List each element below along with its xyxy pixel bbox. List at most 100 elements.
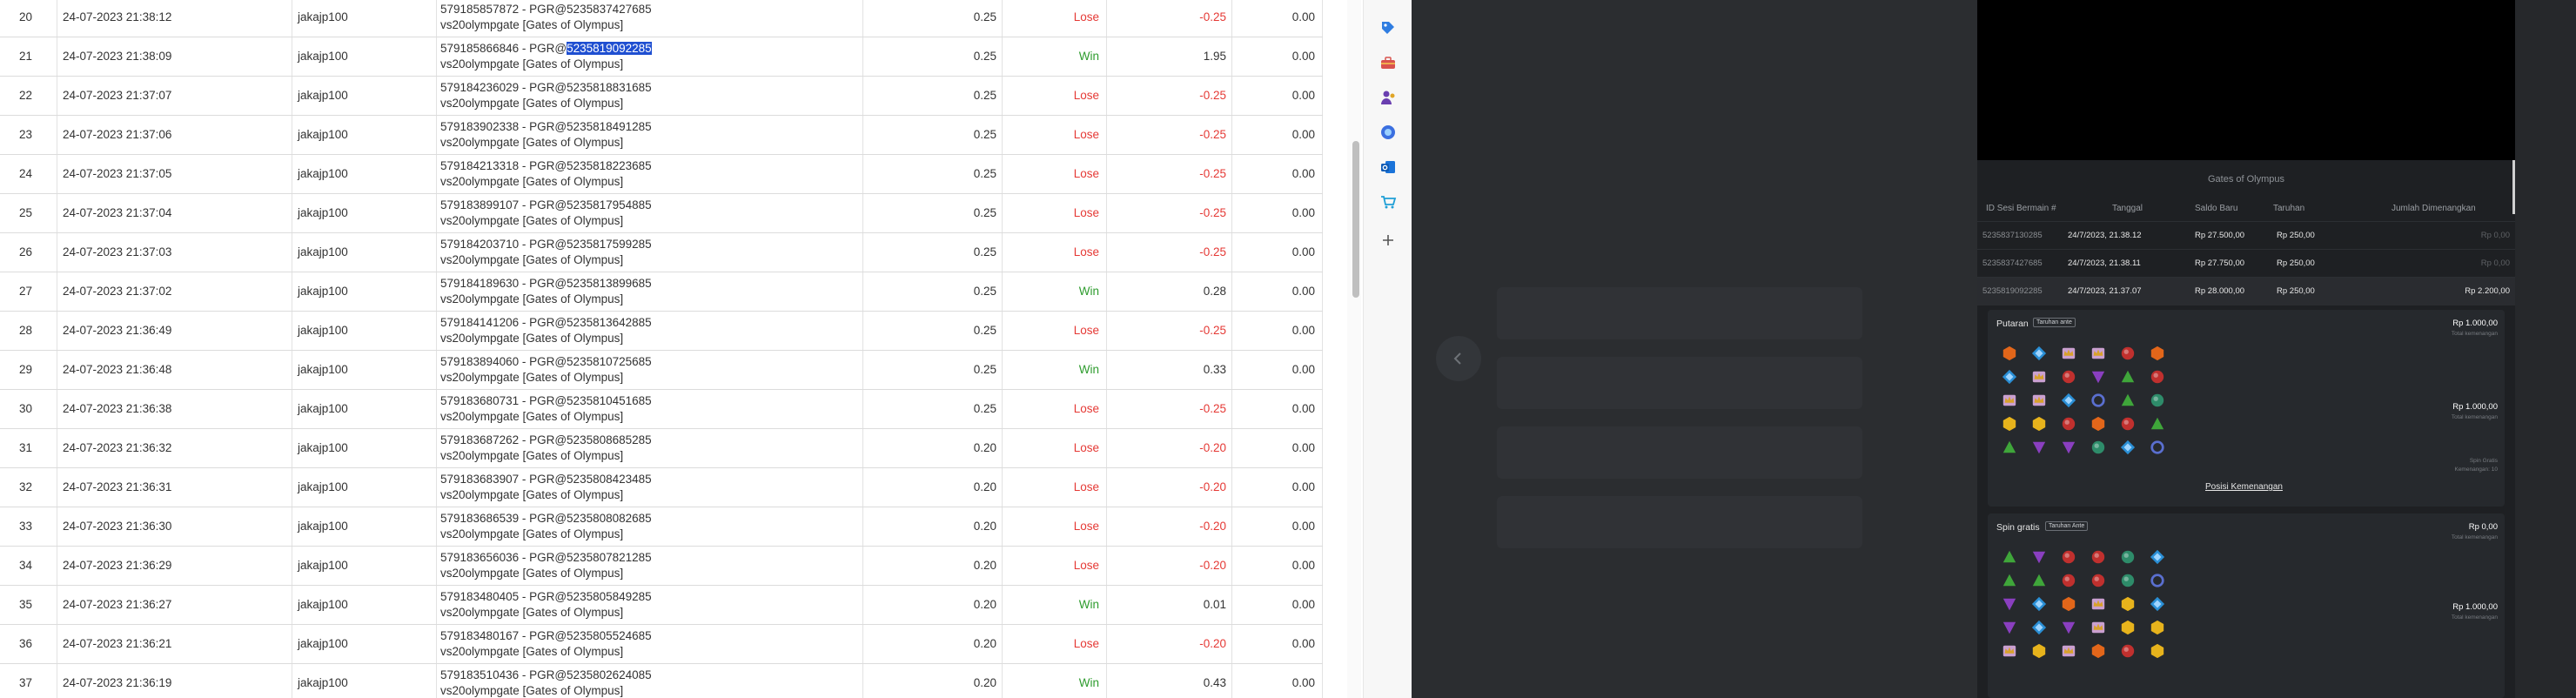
row-username: jakajp100 bbox=[292, 77, 437, 115]
crown-icon bbox=[1998, 390, 2021, 410]
free-spin-card: Spin gratis Taruhan Ante Rp 0,00 Total k… bbox=[1988, 513, 2505, 698]
row-number: 32 bbox=[0, 468, 57, 507]
history-winnings: Rp 0,00 bbox=[2480, 258, 2510, 268]
free-total-mid-label: Total kemenangan bbox=[2451, 614, 2498, 621]
add-icon[interactable] bbox=[1378, 230, 1399, 251]
history-bet: Rp 250,00 bbox=[2277, 258, 2315, 268]
table-row[interactable]: 30 24-07-2023 21:36:38 jakajp100 5791836807… bbox=[0, 390, 1323, 429]
row-winloss: 0.28 bbox=[1107, 272, 1232, 311]
description-line1: 579184141206 - PGR@5235813642885 bbox=[440, 316, 652, 329]
description-line2: vs20olympgate [Gates of Olympus] bbox=[440, 606, 624, 619]
blue-diamond-icon bbox=[2028, 343, 2050, 363]
header-bet: Taruhan bbox=[2273, 204, 2305, 213]
table-row[interactable]: 35 24-07-2023 21:36:27 jakajp100 5791834804… bbox=[0, 586, 1323, 625]
table-row[interactable]: 32 24-07-2023 21:36:31 jakajp100 5791836839… bbox=[0, 468, 1323, 507]
row-winloss: -0.20 bbox=[1107, 625, 1232, 663]
table-row[interactable]: 24 24-07-2023 21:37:05 jakajp100 5791842133… bbox=[0, 155, 1323, 194]
purple-triangle-icon bbox=[2028, 547, 2050, 567]
copilot-icon[interactable] bbox=[1378, 122, 1399, 143]
row-result: Lose bbox=[1003, 625, 1107, 663]
table-row[interactable]: 21 24-07-2023 21:38:09 jakajp100 5791858668… bbox=[0, 37, 1323, 77]
table-row[interactable]: 23 24-07-2023 21:37:06 jakajp100 5791839023… bbox=[0, 116, 1323, 155]
previous-button[interactable] bbox=[1436, 336, 1481, 381]
description-line1: 579184236029 - PGR@5235818831685 bbox=[440, 81, 652, 94]
history-balance: Rp 27.500,00 bbox=[2195, 231, 2245, 240]
table-row[interactable]: 33 24-07-2023 21:36:30 jakajp100 5791836865… bbox=[0, 507, 1323, 547]
row-number: 37 bbox=[0, 664, 57, 698]
row-description: 579183656036 - PGR@5235807821285 vs20olym… bbox=[437, 547, 863, 585]
table-row[interactable]: 37 24-07-2023 21:36:19 jakajp100 5791835104… bbox=[0, 664, 1323, 698]
row-balance: 0.00 bbox=[1232, 312, 1323, 350]
table-row[interactable]: 31 24-07-2023 21:36:32 jakajp100 5791836872… bbox=[0, 429, 1323, 468]
row-username: jakajp100 bbox=[292, 116, 437, 154]
panel-scrollbar-thumb[interactable] bbox=[2512, 160, 2515, 214]
row-description: 579183480405 - PGR@5235805849285 vs20olym… bbox=[437, 586, 863, 624]
table-scrollbar-thumb[interactable] bbox=[1352, 141, 1359, 298]
history-row[interactable]: 5235819092285 24/7/2023, 21.37.07 Rp 28.00… bbox=[1977, 277, 2515, 305]
outlook-icon[interactable] bbox=[1378, 157, 1399, 178]
row-username: jakajp100 bbox=[292, 586, 437, 624]
row-balance: 0.00 bbox=[1232, 37, 1323, 76]
row-bet: 0.25 bbox=[863, 233, 1003, 272]
game-video-area bbox=[1977, 0, 2515, 160]
history-row[interactable]: 5235837427685 24/7/2023, 21.38.11 Rp 27.75… bbox=[1977, 249, 2515, 278]
description-line1: 579183902338 - PGR@5235818491285 bbox=[440, 120, 652, 133]
row-date: 24-07-2023 21:36:29 bbox=[57, 547, 292, 585]
games-icon[interactable] bbox=[1378, 87, 1399, 108]
row-username: jakajp100 bbox=[292, 351, 437, 389]
row-date: 24-07-2023 21:36:31 bbox=[57, 468, 292, 507]
row-bet: 0.25 bbox=[863, 272, 1003, 311]
row-balance: 0.00 bbox=[1232, 625, 1323, 663]
purple-triangle-icon bbox=[2057, 437, 2080, 457]
row-date: 24-07-2023 21:38:12 bbox=[57, 0, 292, 37]
description-line1: 579184203710 - PGR@5235817599285 bbox=[440, 238, 652, 251]
shopping-icon[interactable] bbox=[1378, 191, 1399, 212]
table-row[interactable]: 29 24-07-2023 21:36:48 jakajp100 5791838940… bbox=[0, 351, 1323, 390]
row-number: 26 bbox=[0, 233, 57, 272]
table-row[interactable]: 20 24-07-2023 21:38:12 jakajp100 5791858578… bbox=[0, 0, 1323, 37]
description-line2: vs20olympgate [Gates of Olympus] bbox=[440, 18, 624, 31]
row-result: Lose bbox=[1003, 194, 1107, 232]
row-number: 23 bbox=[0, 116, 57, 154]
table-row[interactable]: 27 24-07-2023 21:37:02 jakajp100 5791841896… bbox=[0, 272, 1323, 312]
row-balance: 0.00 bbox=[1232, 116, 1323, 154]
row-username: jakajp100 bbox=[292, 312, 437, 350]
row-winloss: -0.20 bbox=[1107, 507, 1232, 546]
row-username: jakajp100 bbox=[292, 468, 437, 507]
row-description: 579185857872 - PGR@5235837427685 vs20olym… bbox=[437, 0, 863, 37]
crown-icon bbox=[2057, 343, 2080, 363]
toolbox-icon[interactable] bbox=[1378, 52, 1399, 73]
row-result: Win bbox=[1003, 37, 1107, 76]
table-row[interactable]: 25 24-07-2023 21:37:04 jakajp100 5791838991… bbox=[0, 194, 1323, 233]
description-line2: vs20olympgate [Gates of Olympus] bbox=[440, 410, 624, 423]
table-row[interactable]: 28 24-07-2023 21:36:49 jakajp100 5791841412… bbox=[0, 312, 1323, 351]
history-date: 24/7/2023, 21.38.11 bbox=[2068, 258, 2141, 268]
table-row[interactable]: 34 24-07-2023 21:36:29 jakajp100 5791836560… bbox=[0, 547, 1323, 586]
table-row[interactable]: 26 24-07-2023 21:37:03 jakajp100 5791842037… bbox=[0, 233, 1323, 272]
history-date: 24/7/2023, 21.37.07 bbox=[2068, 286, 2142, 296]
red-gem-icon bbox=[2057, 594, 2080, 614]
green-triangle-icon bbox=[1998, 547, 2021, 567]
winning-positions-link[interactable]: Posisi Kemenangan bbox=[2205, 482, 2283, 492]
description-line2: vs20olympgate [Gates of Olympus] bbox=[440, 567, 624, 580]
tag-icon[interactable] bbox=[1378, 17, 1399, 38]
row-number: 29 bbox=[0, 351, 57, 389]
description-line2: vs20olympgate [Gates of Olympus] bbox=[440, 645, 624, 658]
emerald-icon bbox=[2146, 390, 2169, 410]
table-row[interactable]: 36 24-07-2023 21:36:21 jakajp100 5791834801… bbox=[0, 625, 1323, 664]
crown-icon bbox=[1998, 641, 2021, 661]
table-row[interactable]: 22 24-07-2023 21:37:07 jakajp100 5791842360… bbox=[0, 77, 1323, 116]
history-row[interactable]: 5235837130285 24/7/2023, 21.38.12 Rp 27.50… bbox=[1977, 221, 2515, 250]
description-line1: 579183687262 - PGR@5235808685285 bbox=[440, 433, 652, 446]
ruby-icon bbox=[2116, 413, 2139, 433]
spin-total-top: Rp 1.000,00 bbox=[2452, 319, 2498, 328]
table-scrollbar[interactable] bbox=[1347, 0, 1361, 698]
description-line1: 579185857872 - PGR@5235837427685 bbox=[440, 3, 652, 16]
row-winloss: -0.20 bbox=[1107, 547, 1232, 585]
description-line2: vs20olympgate [Gates of Olympus] bbox=[440, 332, 624, 345]
ante-bet-tag: Taruhan ante bbox=[2033, 318, 2076, 327]
row-date: 24-07-2023 21:37:02 bbox=[57, 272, 292, 311]
row-description: 579183683907 - PGR@5235808423485 vs20olym… bbox=[437, 468, 863, 507]
selected-text[interactable]: 5235819092285 bbox=[567, 42, 652, 55]
spin-card-title: Putaran bbox=[1996, 319, 2029, 329]
